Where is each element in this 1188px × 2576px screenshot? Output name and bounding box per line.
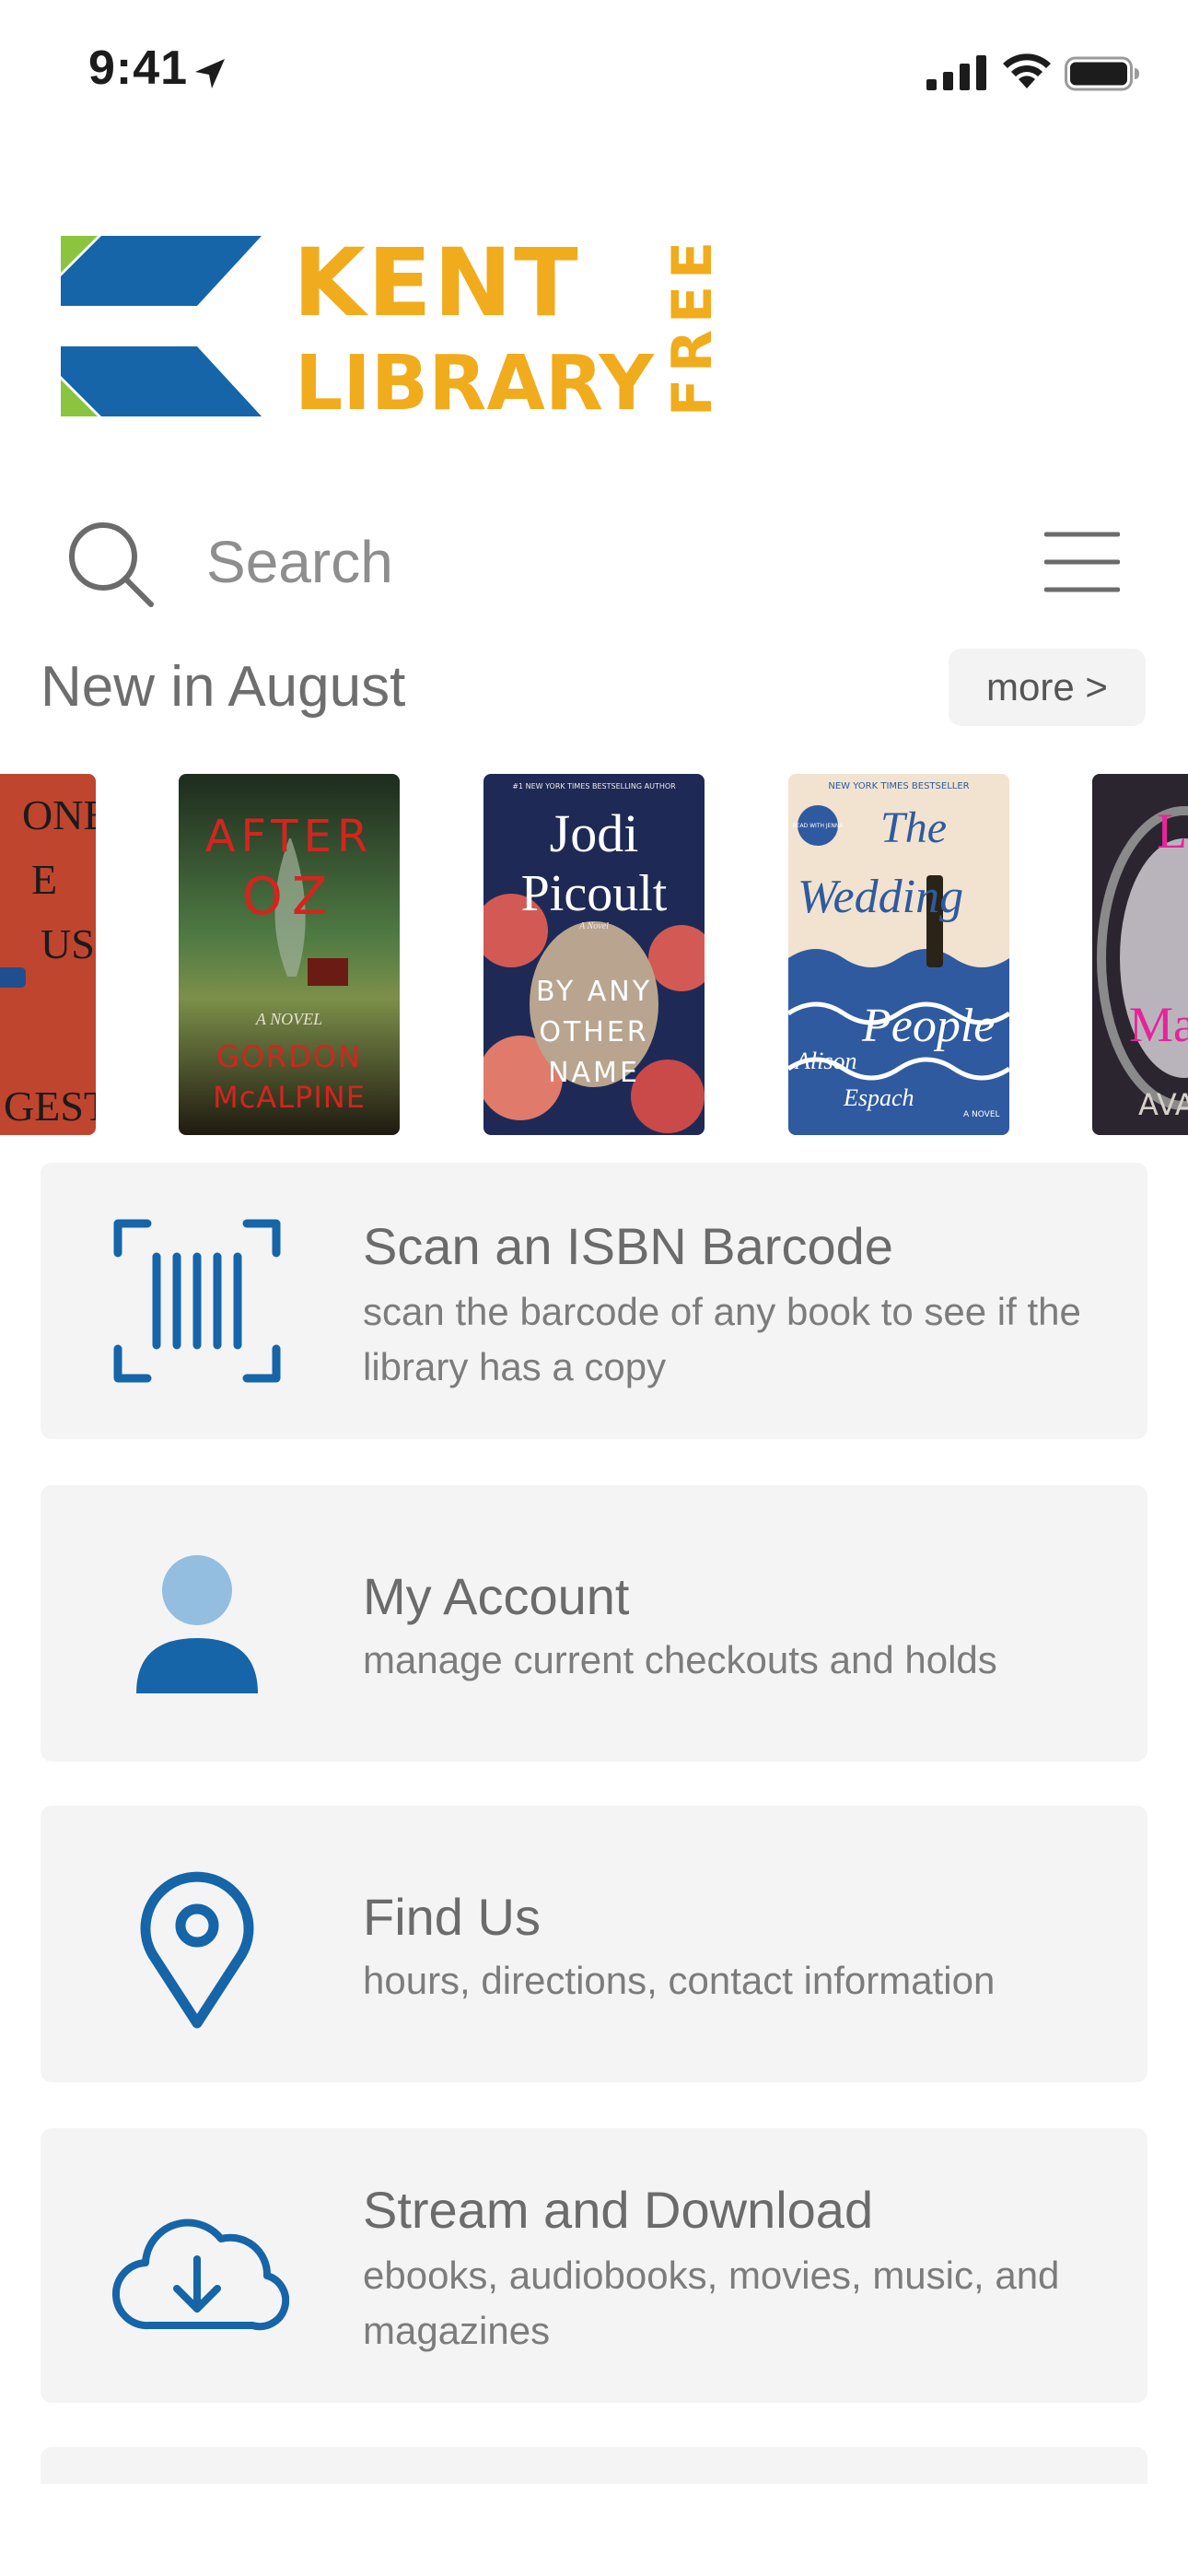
card-description: ebooks, audiobooks, movies, music, and m…: [363, 2254, 1060, 2352]
svg-text:NEW YORK TIMES BESTSELLER: NEW YORK TIMES BESTSELLER: [828, 781, 969, 791]
card-title: My Account: [363, 1567, 630, 1625]
kent-free-library-logo: KENT LIBRARY FREE: [61, 236, 724, 416]
svg-text:People: People: [861, 1000, 995, 1052]
book-cover[interactable]: AFTER OZ A NOVEL GORDON McALPINE: [179, 774, 400, 1135]
location-arrow-icon: [195, 59, 225, 88]
book-cover-art: AFTER OZ A NOVEL GORDON McALPINE: [179, 774, 400, 1135]
svg-text:OTHER: OTHER: [539, 1016, 648, 1048]
cloud-download-icon: [111, 2219, 289, 2331]
book-cover-art: L Ma AVA: [1092, 774, 1188, 1135]
stream-download-card[interactable]: Stream and Download ebooks, audiobooks, …: [41, 2128, 1147, 2403]
svg-text:Espach: Espach: [843, 1084, 914, 1111]
svg-text:L: L: [1157, 803, 1187, 859]
search-bar: [41, 498, 1146, 626]
svg-text:Picoult: Picoult: [521, 865, 668, 922]
svg-text:ONE: ONE: [22, 791, 96, 838]
card-description: hours, directions, contact information: [363, 1959, 996, 2002]
my-account-card[interactable]: My Account manage current checkouts and …: [41, 1485, 1147, 1762]
svg-text:US: US: [41, 920, 95, 967]
book-cover-art: ONE E US GESTU: [0, 774, 96, 1135]
svg-text:Wedding: Wedding: [798, 871, 963, 923]
find-us-card[interactable]: Find Us hours, directions, contact infor…: [41, 1806, 1147, 2082]
battery-icon: [1065, 56, 1139, 91]
svg-text:A NOVEL: A NOVEL: [963, 1110, 1000, 1119]
svg-text:Alison: Alison: [794, 1048, 856, 1074]
more-button[interactable]: more >: [949, 649, 1146, 726]
card-description: manage current checkouts and holds: [363, 1638, 997, 1681]
svg-text:OZ: OZ: [242, 867, 336, 927]
cellular-signal-icon: [926, 55, 986, 90]
card-title: Scan an ISBN Barcode: [363, 1217, 893, 1275]
svg-text:#1 NEW YORK TIMES BESTSELLING: #1 NEW YORK TIMES BESTSELLING AUTHOR: [512, 782, 676, 790]
book-cover[interactable]: NEW YORK TIMES BESTSELLER READ WITH JENN…: [788, 774, 1009, 1135]
person-icon: [136, 1555, 258, 1693]
svg-text:READ WITH JENNA: READ WITH JENNA: [792, 823, 844, 829]
barcode-scan-icon: [113, 1219, 281, 1383]
svg-text:Jodi: Jodi: [550, 803, 639, 863]
svg-text:A Novel: A Novel: [578, 921, 609, 931]
svg-text:McALPINE: McALPINE: [213, 1080, 366, 1115]
svg-text:GESTU: GESTU: [4, 1083, 96, 1130]
book-cover[interactable]: ONE E US GESTU: [0, 774, 96, 1135]
logo-free-text: FREE: [660, 241, 724, 416]
svg-text:Ma: Ma: [1129, 997, 1188, 1052]
status-bar: 9:41: [0, 0, 1188, 147]
wifi-icon: [1003, 53, 1051, 88]
svg-text:NAME: NAME: [548, 1057, 640, 1089]
svg-text:E: E: [31, 856, 57, 903]
book-cover-art: #1 NEW YORK TIMES BESTSELLING AUTHOR Jod…: [483, 774, 705, 1135]
book-cover-art: NEW YORK TIMES BESTSELLER READ WITH JENN…: [788, 774, 1009, 1135]
map-pin-icon: [140, 1871, 254, 2029]
svg-text:The: The: [880, 803, 947, 852]
svg-text:AVA: AVA: [1138, 1087, 1188, 1122]
book-cover[interactable]: #1 NEW YORK TIMES BESTSELLING AUTHOR Jod…: [483, 774, 705, 1135]
book-carousel[interactable]: ONE E US GESTU AFTER OZ A NOVEL GO: [0, 774, 1188, 1139]
search-icon[interactable]: [64, 518, 157, 610]
logo-kent-text: KENT: [293, 236, 580, 338]
section-title: New in August: [41, 655, 406, 719]
card-title: Find Us: [363, 1888, 541, 1946]
status-time: 9:41: [88, 41, 189, 95]
svg-text:AFTER: AFTER: [205, 811, 374, 862]
svg-text:BY ANY: BY ANY: [536, 976, 652, 1008]
hamburger-menu-icon[interactable]: [1044, 529, 1120, 595]
card-title: Stream and Download: [363, 2181, 874, 2239]
scan-barcode-card[interactable]: Scan an ISBN Barcode scan the barcode of…: [41, 1163, 1147, 1439]
logo-library-text: LIBRARY: [295, 340, 656, 416]
search-input[interactable]: [206, 525, 998, 599]
svg-text:A NOVEL: A NOVEL: [255, 1010, 322, 1028]
card-description: scan the barcode of any book to see if t…: [363, 1290, 1081, 1388]
svg-text:GORDON: GORDON: [216, 1039, 362, 1074]
next-card-partial[interactable]: [41, 2447, 1147, 2484]
book-cover[interactable]: L Ma AVA: [1092, 774, 1188, 1135]
